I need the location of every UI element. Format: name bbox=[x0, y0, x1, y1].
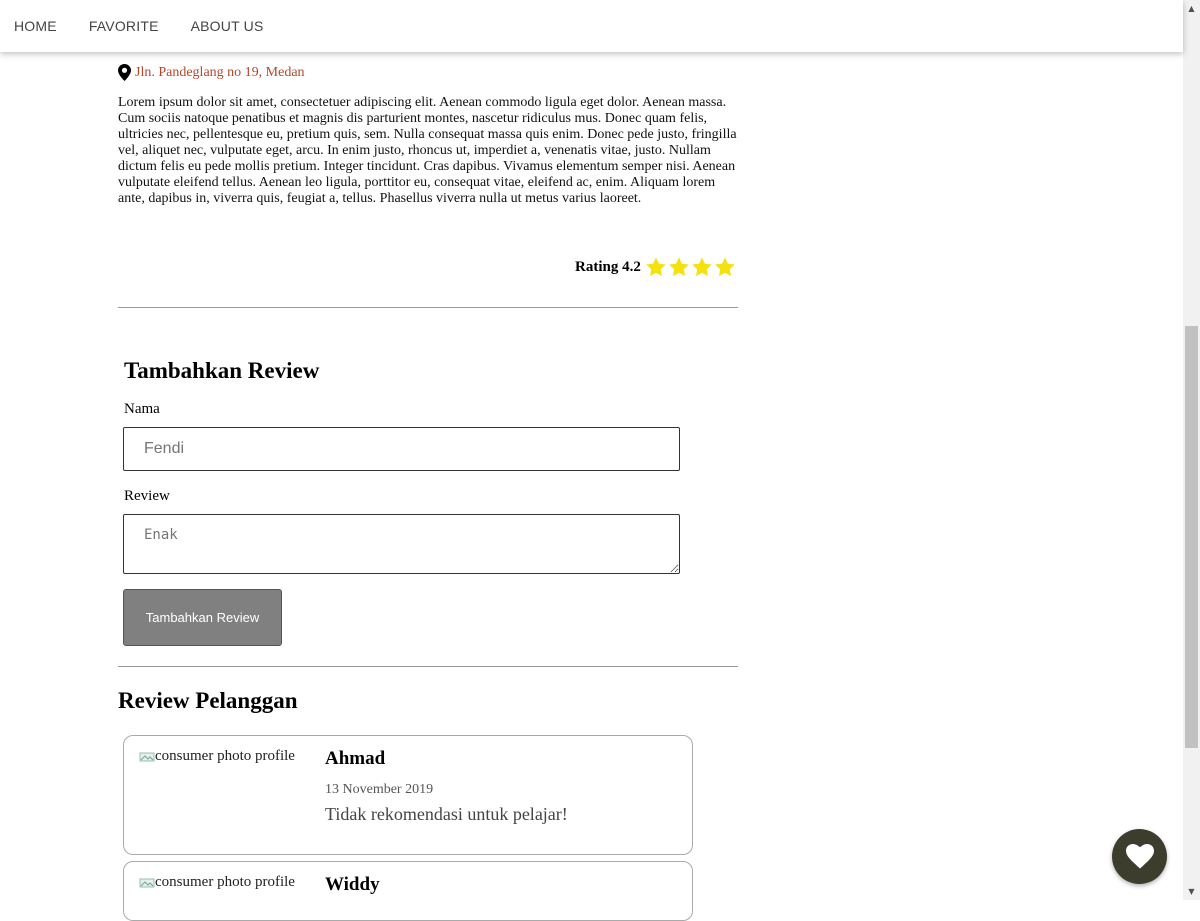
rating-summary: Rating 4.2 bbox=[575, 256, 737, 278]
location-pin-icon bbox=[118, 64, 131, 81]
review-field-label: Review bbox=[124, 488, 170, 504]
name-field-label: Nama bbox=[124, 401, 160, 417]
review-text: Tidak rekomendasi untuk pelajar! bbox=[325, 804, 568, 824]
reviewer-name: Ahmad bbox=[325, 748, 386, 769]
top-navigation: HOME FAVORITE ABOUT US bbox=[0, 0, 1183, 52]
rating-stars bbox=[645, 256, 737, 278]
review-card: consumer photo profile Widdy bbox=[123, 861, 693, 921]
name-input[interactable] bbox=[123, 427, 680, 471]
consumer-photo-alt: consumer photo profile bbox=[155, 874, 295, 890]
consumer-photo: consumer photo profile bbox=[139, 874, 307, 891]
page-scrollbar[interactable]: ▲ ▼ bbox=[1183, 0, 1200, 900]
add-review-button[interactable]: Tambahkan Review bbox=[123, 589, 282, 646]
customer-reviews-title: Review Pelanggan bbox=[118, 688, 298, 713]
favorite-button[interactable] bbox=[1112, 829, 1167, 884]
consumer-photo: consumer photo profile bbox=[139, 748, 307, 765]
review-form-title: Tambahkan Review bbox=[124, 358, 320, 383]
review-card: consumer photo profile Ahmad 13 November… bbox=[123, 735, 693, 855]
review-date: 13 November 2019 bbox=[325, 782, 434, 797]
reviewer-name: Widdy bbox=[325, 874, 380, 895]
review-textarea[interactable] bbox=[123, 514, 680, 574]
star-icon bbox=[715, 257, 735, 277]
divider bbox=[118, 307, 738, 308]
scrollbar-thumb[interactable] bbox=[1185, 326, 1198, 748]
scroll-down-arrow-icon[interactable]: ▼ bbox=[1183, 883, 1200, 900]
divider bbox=[118, 666, 738, 667]
broken-image-icon bbox=[139, 752, 155, 761]
nav-favorite-link[interactable]: FAVORITE bbox=[89, 18, 159, 34]
star-icon bbox=[692, 257, 712, 277]
address-text: Jln. Pandeglang no 19, Medan bbox=[135, 64, 305, 80]
heart-icon bbox=[1125, 844, 1154, 869]
nav-home-link[interactable]: HOME bbox=[14, 18, 57, 34]
restaurant-address: Jln. Pandeglang no 19, Medan bbox=[118, 64, 305, 81]
star-icon bbox=[646, 257, 666, 277]
restaurant-description: Lorem ipsum dolor sit amet, consectetuer… bbox=[118, 95, 737, 206]
scroll-up-arrow-icon[interactable]: ▲ bbox=[1183, 0, 1200, 17]
star-icon bbox=[669, 257, 689, 277]
broken-image-icon bbox=[139, 878, 155, 887]
nav-about-us-link[interactable]: ABOUT US bbox=[191, 18, 264, 34]
consumer-photo-alt: consumer photo profile bbox=[155, 748, 295, 764]
rating-label: Rating 4.2 bbox=[575, 258, 641, 275]
